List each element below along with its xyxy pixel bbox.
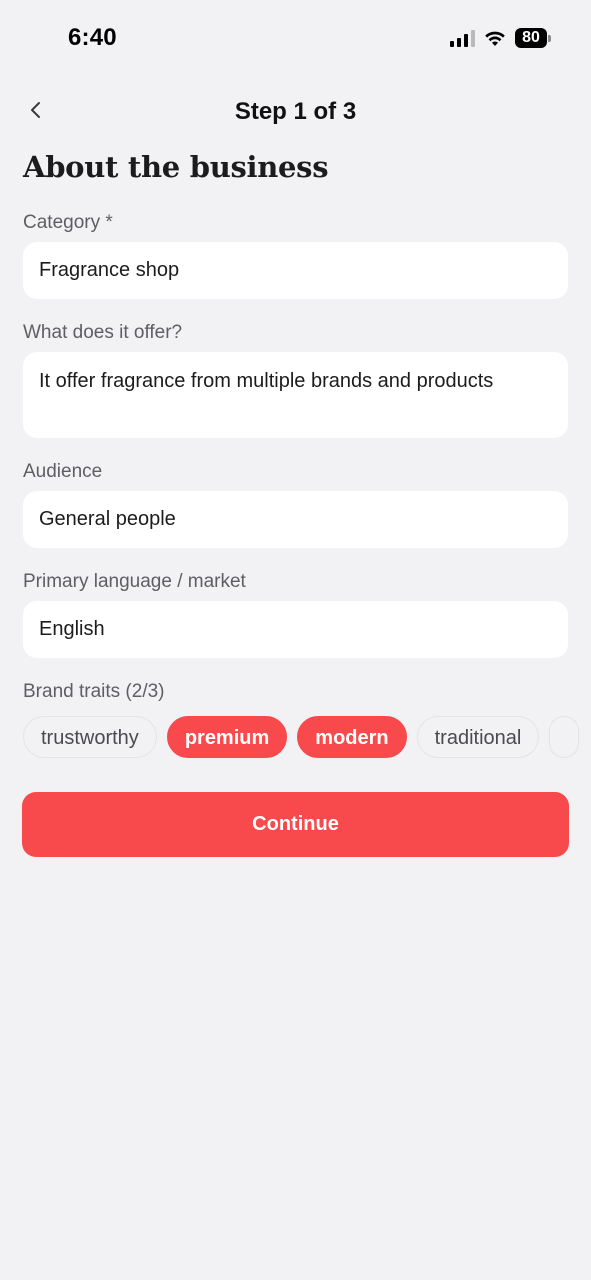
- nav-header: Step 1 of 3: [0, 88, 591, 136]
- trait-chip-more[interactable]: [549, 716, 580, 758]
- language-field[interactable]: English: [23, 601, 568, 658]
- battery-icon: 80: [515, 28, 551, 48]
- audience-label: Audience: [23, 461, 103, 482]
- signal-icon: [450, 29, 475, 47]
- status-time: 6:40: [68, 24, 117, 51]
- offer-label: What does it offer?: [23, 322, 183, 343]
- battery-level: 80: [515, 28, 547, 48]
- trait-chip-traditional[interactable]: traditional: [416, 716, 540, 758]
- brand-traits-label: Brand traits (2/3): [23, 681, 165, 702]
- status-icons: 80: [450, 28, 551, 48]
- page-title: About the business: [23, 150, 329, 184]
- trait-chip-modern[interactable]: modern: [297, 716, 407, 758]
- category-field[interactable]: Fragrance shop: [23, 242, 568, 299]
- status-bar: 6:40 80: [0, 0, 591, 80]
- trait-chip-trustworthy[interactable]: trustworthy: [23, 716, 157, 758]
- step-indicator: Step 1 of 3: [234, 98, 357, 125]
- wifi-icon: [483, 29, 507, 47]
- brand-traits-chips: trustworthy premium modern traditional: [23, 716, 591, 760]
- continue-button[interactable]: Continue: [22, 792, 569, 857]
- audience-field[interactable]: General people: [23, 491, 568, 548]
- offer-textarea[interactable]: It offer fragrance from multiple brands …: [23, 352, 568, 438]
- category-label: Category *: [23, 212, 113, 233]
- language-label: Primary language / market: [23, 571, 246, 592]
- trait-chip-premium[interactable]: premium: [166, 716, 288, 758]
